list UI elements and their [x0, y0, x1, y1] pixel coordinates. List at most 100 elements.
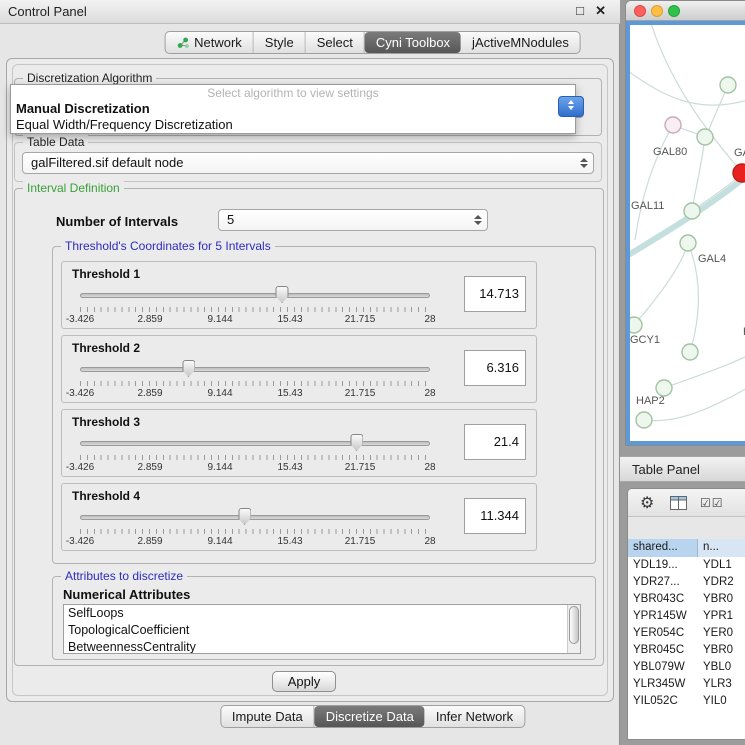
apply-button[interactable]: Apply [272, 671, 336, 692]
numerical-attributes-label: Numerical Attributes [63, 587, 190, 602]
tick-label: 2.859 [137, 536, 162, 547]
table-cell: YBR0 [698, 591, 745, 608]
table-row[interactable]: YDR27...YDR2 [628, 574, 745, 591]
table-row[interactable]: YBL079WYBL0 [628, 659, 745, 676]
network-node[interactable] [656, 380, 672, 396]
slider-scale-labels: -3.4262.8599.14415.4321.71528 [80, 388, 430, 400]
table-row[interactable]: YDL19...YDL1 [628, 557, 745, 574]
threshold-1-value-field[interactable]: 14.713 [464, 276, 526, 312]
network-canvas[interactable]: GAL80 GA GAL11 GAL4 GCY1 H HAP2 [626, 21, 745, 445]
tick-label: 21.715 [345, 462, 376, 473]
network-graph: GAL80 GA GAL11 GAL4 GCY1 H HAP2 [630, 25, 745, 445]
list-scrollbar[interactable] [567, 605, 580, 653]
tick-label: 21.715 [345, 314, 376, 325]
combobox-arrow-button[interactable] [558, 96, 584, 117]
attribute-list-item[interactable]: TopologicalCoefficient [64, 622, 580, 639]
number-of-intervals-combobox[interactable]: 5 [218, 209, 488, 231]
table-cell: YER054C [628, 625, 698, 642]
dropdown-option-manual[interactable]: Manual Discretization [11, 101, 575, 117]
group-title: Threshold's Coordinates for 5 Intervals [61, 239, 275, 253]
close-icon[interactable]: ✕ [595, 3, 606, 19]
table-header-row: shared... n... [628, 539, 745, 557]
slider-scale-labels: -3.4262.8599.14415.4321.71528 [80, 536, 430, 548]
slider-thumb[interactable] [350, 434, 363, 451]
tab-select[interactable]: Select [306, 32, 365, 53]
tab-jactivemnodules[interactable]: jActiveMNodules [461, 32, 580, 53]
tick-label: -3.426 [66, 314, 94, 325]
tab-network[interactable]: Network [165, 32, 254, 53]
table-row[interactable]: YBR045CYBR0 [628, 642, 745, 659]
threshold-2-value-field[interactable]: 6.316 [464, 350, 526, 386]
network-node[interactable] [720, 77, 736, 93]
table-data-combobox[interactable]: galFiltered.sif default node [22, 152, 594, 174]
slider-thumb[interactable] [276, 286, 289, 303]
slider-track[interactable] [80, 515, 430, 520]
column-header-shared[interactable]: shared... [628, 539, 698, 557]
slider-track[interactable] [80, 293, 430, 298]
table-cell: YBR045C [628, 642, 698, 659]
gear-icon[interactable]: ⚙ [640, 493, 654, 513]
bottom-tab-bar: Impute Data Discretize Data Infer Networ… [220, 705, 525, 728]
tick-label: 9.144 [207, 462, 232, 473]
attribute-list-item[interactable]: SelfLoops [64, 605, 580, 622]
zoom-traffic-light-icon[interactable] [668, 5, 680, 17]
slider-thumb[interactable] [238, 508, 251, 525]
combobox-arrows-icon [474, 215, 482, 225]
table-row[interactable]: YER054CYER0 [628, 625, 745, 642]
table-cell: YIL052C [628, 693, 698, 710]
network-node[interactable] [697, 129, 713, 145]
table-row[interactable]: YBR043CYBR0 [628, 591, 745, 608]
table-cell: YPR1 [698, 608, 745, 625]
threshold-label: Threshold 4 [72, 489, 140, 503]
tab-cyni-toolbox[interactable]: Cyni Toolbox [365, 32, 461, 53]
threshold-3-slider: -3.4262.8599.14415.4321.71528 [80, 434, 430, 476]
tab-style[interactable]: Style [254, 32, 306, 53]
minimize-traffic-light-icon[interactable] [651, 5, 663, 17]
tab-impute-data[interactable]: Impute Data [221, 706, 315, 727]
tick-label: 28 [424, 314, 435, 325]
table-row[interactable]: YPR145WYPR1 [628, 608, 745, 625]
node-label: HAP2 [636, 395, 665, 407]
panel-title: Control Panel [8, 4, 87, 19]
threshold-4-value-field[interactable]: 11.344 [464, 498, 526, 534]
network-node[interactable] [684, 203, 700, 219]
close-traffic-light-icon[interactable] [634, 5, 646, 17]
select-rows-icons[interactable]: ☑☑ [700, 496, 724, 510]
tick-label: 21.715 [345, 536, 376, 547]
network-node[interactable] [680, 235, 696, 251]
number-of-intervals-label: Number of Intervals [56, 214, 178, 229]
algorithm-dropdown-popup: Select algorithm to view settings Manual… [10, 84, 576, 134]
table-cell: YBL079W [628, 659, 698, 676]
float-window-icon[interactable]: □ [576, 3, 584, 18]
column-selector-icon[interactable] [670, 496, 687, 510]
scrollbar-thumb[interactable] [569, 606, 579, 644]
network-node[interactable] [665, 117, 681, 133]
attribute-list-item[interactable]: BetweennessCentrality [64, 639, 580, 654]
tab-infer-network[interactable]: Infer Network [425, 706, 524, 727]
dropdown-option-equal-width[interactable]: Equal Width/Frequency Discretization [11, 117, 575, 133]
network-node[interactable] [630, 317, 642, 333]
table-cell: YER0 [698, 625, 745, 642]
window-titlebar[interactable] [626, 1, 745, 21]
network-node[interactable] [682, 344, 698, 360]
table-toolbar-spacer [628, 517, 745, 539]
network-node[interactable] [636, 412, 652, 428]
top-tab-bar: Network Style Select Cyni Toolbox jActiv… [164, 31, 581, 54]
tab-discretize-data[interactable]: Discretize Data [315, 706, 425, 727]
table-panel-header: Table Panel [620, 456, 745, 482]
slider-thumb[interactable] [182, 360, 195, 377]
table-row[interactable]: YIL052CYIL0 [628, 693, 745, 710]
table-body: YDL19...YDL1YDR27...YDR2YBR043CYBR0YPR14… [628, 557, 745, 739]
column-header-name[interactable]: n... [698, 539, 745, 557]
table-cell: YBR0 [698, 642, 745, 659]
threshold-3-value-field[interactable]: 21.4 [464, 424, 526, 460]
slider-track[interactable] [80, 367, 430, 372]
combobox-value: galFiltered.sif default node [31, 153, 183, 173]
slider-ticks [80, 529, 430, 534]
numerical-attributes-list: SelfLoopsTopologicalCoefficientBetweenne… [63, 604, 581, 654]
network-node-selected[interactable] [733, 164, 745, 182]
table-cell: YLR3 [698, 676, 745, 693]
slider-track[interactable] [80, 441, 430, 446]
table-row[interactable]: YLR345WYLR3 [628, 676, 745, 693]
slider-ticks [80, 381, 430, 386]
